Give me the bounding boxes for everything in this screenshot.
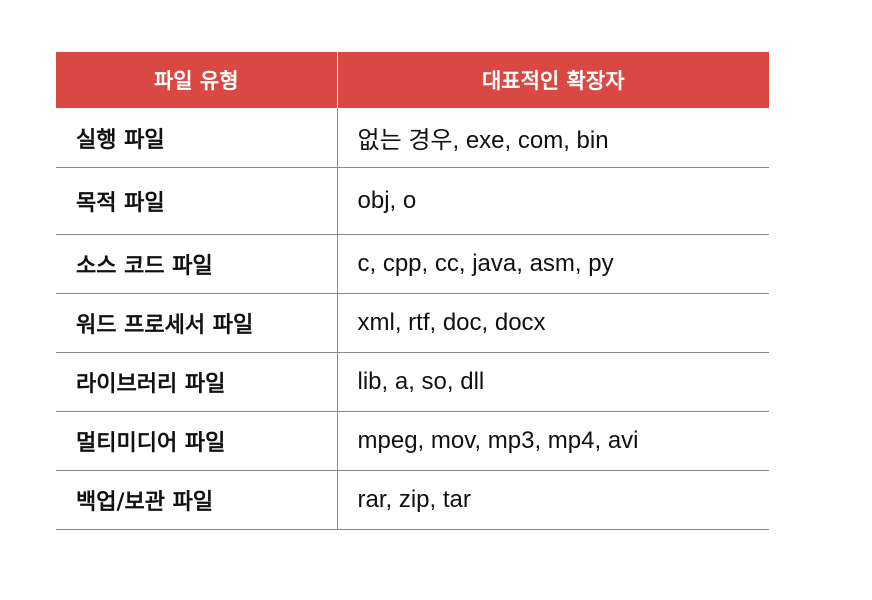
- table-row: 멀티미디어 파일 mpeg, mov, mp3, mp4, avi: [56, 411, 769, 471]
- file-type-cell: 라이브러리 파일: [56, 352, 338, 412]
- header-extensions: 대표적인 확장자: [337, 52, 769, 108]
- header-file-type: 파일 유형: [56, 52, 338, 108]
- table-body: 실행 파일 없는 경우, exe, com, bin 목적 파일 obj, o …: [56, 108, 769, 530]
- file-type-cell: 목적 파일: [56, 167, 338, 235]
- table-row: 실행 파일 없는 경우, exe, com, bin: [56, 108, 769, 168]
- file-extension-table: 파일 유형 대표적인 확장자 실행 파일 없는 경우, exe, com, bi…: [56, 52, 769, 530]
- file-type-cell: 워드 프로세서 파일: [56, 293, 338, 353]
- file-type-cell: 소스 코드 파일: [56, 234, 338, 294]
- header-row: 파일 유형 대표적인 확장자: [56, 52, 769, 108]
- extensions-cell: mpeg, mov, mp3, mp4, avi: [337, 411, 769, 471]
- extensions-cell: lib, a, so, dll: [337, 352, 769, 412]
- file-type-cell: 실행 파일: [56, 108, 338, 168]
- extensions-cell: c, cpp, cc, java, asm, py: [337, 234, 769, 294]
- table-row: 목적 파일 obj, o: [56, 167, 769, 235]
- file-type-cell: 멀티미디어 파일: [56, 411, 338, 471]
- table-row: 라이브러리 파일 lib, a, so, dll: [56, 352, 769, 412]
- extensions-cell: rar, zip, tar: [337, 470, 769, 530]
- extensions-cell: xml, rtf, doc, docx: [337, 293, 769, 353]
- table-row: 소스 코드 파일 c, cpp, cc, java, asm, py: [56, 234, 769, 294]
- table-row: 백업/보관 파일 rar, zip, tar: [56, 470, 769, 530]
- table-header: 파일 유형 대표적인 확장자: [56, 52, 769, 108]
- extensions-cell: 없는 경우, exe, com, bin: [337, 108, 769, 168]
- table-row: 워드 프로세서 파일 xml, rtf, doc, docx: [56, 293, 769, 353]
- file-type-cell: 백업/보관 파일: [56, 470, 338, 530]
- extensions-cell: obj, o: [337, 167, 769, 235]
